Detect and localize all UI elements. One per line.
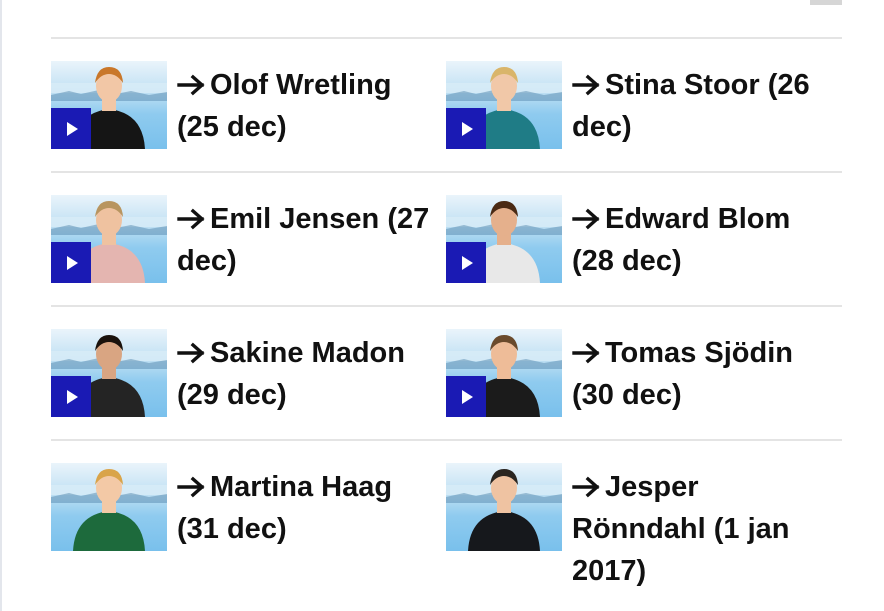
broadcast-date: dec) [572, 111, 632, 143]
episode-title[interactable]: Stina Stoor (26 dec) [572, 64, 830, 148]
host-name: Emil Jensen [210, 203, 380, 235]
arrow-right-icon [177, 476, 205, 498]
host-name: Tomas Sjödin [605, 337, 793, 369]
broadcast-date: (28 dec) [572, 245, 682, 277]
arrow-right-icon [177, 74, 205, 96]
host-thumbnail[interactable] [446, 61, 562, 149]
episode-title[interactable]: Sakine Madon (29 dec) [177, 332, 435, 416]
host-name: Stina Stoor (26 [605, 69, 810, 101]
broadcast-date: Rönndahl (1 jan 2017) [572, 513, 790, 587]
episode-item[interactable]: Sakine Madon (29 dec) [51, 329, 431, 459]
broadcast-date: (30 dec) [572, 379, 682, 411]
play-icon[interactable] [51, 242, 91, 283]
host-name: Jesper [605, 471, 699, 503]
host-name: Sakine Madon [210, 337, 405, 369]
episode-title[interactable]: Jesper Rönndahl (1 jan 2017) [572, 466, 830, 592]
episode-item[interactable]: Edward Blom (28 dec) [446, 195, 826, 325]
episode-item[interactable]: Stina Stoor (26 dec) [446, 61, 826, 191]
episode-item[interactable]: Tomas Sjödin (30 dec) [446, 329, 826, 459]
arrow-right-icon [572, 208, 600, 230]
broadcast-date: (25 dec) [177, 111, 287, 143]
broadcast-date: (29 dec) [177, 379, 287, 411]
episode-item[interactable]: Jesper Rönndahl (1 jan 2017) [446, 463, 826, 593]
episode-title[interactable]: Martina Haag (31 dec) [177, 466, 435, 550]
arrow-right-icon [177, 342, 205, 364]
play-icon[interactable] [446, 376, 486, 417]
host-thumbnail[interactable] [446, 195, 562, 283]
left-edge [0, 0, 2, 611]
host-name: Olof Wretling [210, 69, 392, 101]
host-name: Edward Blom [605, 203, 791, 235]
episode-item[interactable]: Martina Haag (31 dec) [51, 463, 431, 593]
divider [51, 37, 842, 39]
episode-title[interactable]: Olof Wretling (25 dec) [177, 64, 435, 148]
top-bar-marker [810, 0, 842, 5]
broadcast-date: (31 dec) [177, 513, 287, 545]
play-icon[interactable] [51, 376, 91, 417]
host-thumbnail[interactable] [51, 195, 167, 283]
play-icon[interactable] [446, 242, 486, 283]
host-thumbnail[interactable] [51, 329, 167, 417]
arrow-right-icon [572, 476, 600, 498]
episode-item[interactable]: Olof Wretling (25 dec) [51, 61, 431, 191]
arrow-right-icon [177, 208, 205, 230]
play-icon[interactable] [51, 108, 91, 149]
host-name: Martina Haag [210, 471, 393, 503]
episode-title[interactable]: Emil Jensen (27 dec) [177, 198, 435, 282]
episode-title[interactable]: Tomas Sjödin (30 dec) [572, 332, 830, 416]
host-thumbnail[interactable] [51, 463, 167, 551]
episode-title[interactable]: Edward Blom (28 dec) [572, 198, 830, 282]
episode-item[interactable]: Emil Jensen (27 dec) [51, 195, 431, 325]
host-thumbnail[interactable] [446, 463, 562, 551]
arrow-right-icon [572, 74, 600, 96]
host-thumbnail[interactable] [51, 61, 167, 149]
play-icon[interactable] [446, 108, 486, 149]
arrow-right-icon [572, 342, 600, 364]
host-thumbnail[interactable] [446, 329, 562, 417]
